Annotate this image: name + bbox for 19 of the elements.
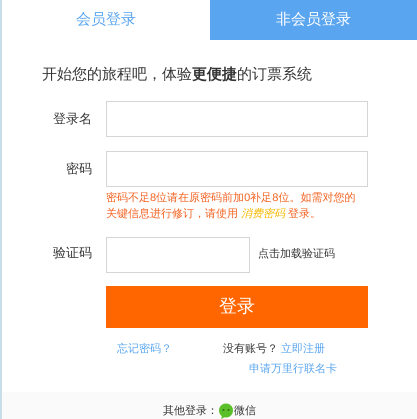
input-field[interactable] [106,150,368,186]
no-account-text: 没有账号？ [223,342,278,358]
apply-card-link[interactable]: 申请万里行联名卡 [249,361,337,378]
consumption-password-link[interactable]: 消费密码 [241,208,286,220]
register-link[interactable]: 立即注册 [281,341,325,358]
field-label: 验证码 [52,244,92,262]
intro-text: 开始您的旅程吧，体验更便捷的订票系统 [42,65,313,85]
other-login-label: 其他登录： [163,404,218,418]
load-captcha-link[interactable]: 点击加载验证码 [258,246,335,263]
login-tab[interactable]: 非会员登录 [210,0,417,40]
captcha-field[interactable] [106,236,250,272]
chat-bubble-icon [218,402,234,419]
field-label: 密码 [65,160,92,178]
password-hint: 密码不足8位请在原密码前加0补足8位。如需对您的关键信息进行修订，请使用 消费密码 登录。 [106,190,356,222]
input-field[interactable] [106,100,368,136]
forgot-password-link[interactable]: 忘记密码？ [117,341,172,358]
login-button[interactable]: 登录 [106,286,368,328]
field-label: 登录名 [52,110,92,128]
wechat-login-link[interactable]: 微信 [218,402,256,419]
